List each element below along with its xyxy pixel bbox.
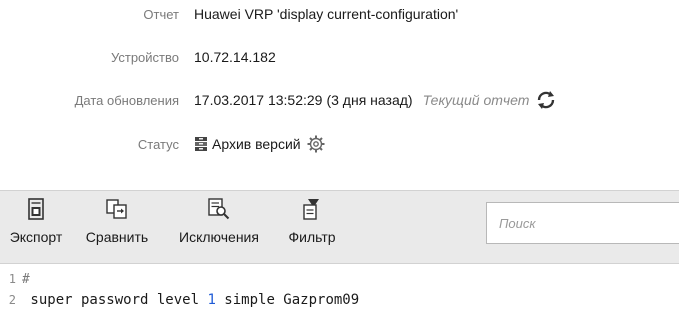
export-label: Экспорт <box>9 229 63 245</box>
filter-icon <box>303 197 321 221</box>
line-text: # <box>22 271 30 287</box>
line-text-suffix: simple Gazprom09 <box>215 292 360 308</box>
export-button[interactable]: Экспорт <box>4 197 68 259</box>
device-label: Устройство <box>110 49 179 65</box>
exclusions-button[interactable]: Исключения <box>164 197 274 259</box>
report-row: Отчет Huawei VRP 'display current-config… <box>0 1 679 27</box>
line-number: 2 <box>8 293 16 307</box>
compare-label: Сравнить <box>85 229 149 245</box>
export-icon <box>28 197 44 221</box>
report-info-panel: Отчет Huawei VRP 'display current-config… <box>0 0 679 190</box>
refresh-icon[interactable] <box>535 90 557 110</box>
status-row: Статус Архив версий <box>0 131 679 157</box>
updated-value-group: 17.03.2017 13:52:29 (3 дня назад) Текущи… <box>194 90 557 110</box>
updated-ago: (3 дня назад) <box>326 92 413 108</box>
filter-button[interactable]: Фильтр <box>276 197 348 259</box>
updated-row: Дата обновления 17.03.2017 13:52:29 (3 д… <box>0 87 679 113</box>
level-number: 1 <box>207 292 216 308</box>
exclusions-icon <box>208 197 230 221</box>
current-report-link[interactable]: Текущий отчет <box>423 92 530 108</box>
report-value: Huawei VRP 'display current-configuratio… <box>194 6 459 22</box>
device-value: 10.72.14.182 <box>194 49 276 65</box>
status-value-group: Архив версий <box>194 135 325 153</box>
toolbar: Экспорт Сравнить Исключения Фильтр Поиск <box>0 190 679 264</box>
code-line: 2 super password level 1 simple Gazprom0… <box>0 290 679 310</box>
gear-icon[interactable] <box>307 135 325 153</box>
archive-icon <box>194 136 208 152</box>
updated-label: Дата обновления <box>74 92 179 108</box>
code-line: 1 # <box>0 269 679 289</box>
config-code-view[interactable]: 1 # 2 super password level 1 simple Gazp… <box>0 265 679 312</box>
exclusions-label: Исключения <box>179 229 259 245</box>
status-value: Архив версий <box>212 136 301 152</box>
line-text: super password level 1 simple Gazprom09 <box>22 292 359 308</box>
search-input[interactable] <box>486 202 679 244</box>
filter-label: Фильтр <box>288 229 336 245</box>
updated-date: 17.03.2017 13:52:29 <box>194 92 323 108</box>
compare-icon <box>106 197 128 221</box>
line-number: 1 <box>8 272 16 286</box>
status-label: Статус <box>137 136 179 152</box>
report-label: Отчет <box>143 6 179 22</box>
compare-button[interactable]: Сравнить <box>74 197 160 259</box>
device-row: Устройство 10.72.14.182 <box>0 44 679 70</box>
line-text-prefix: super password level <box>22 292 208 308</box>
